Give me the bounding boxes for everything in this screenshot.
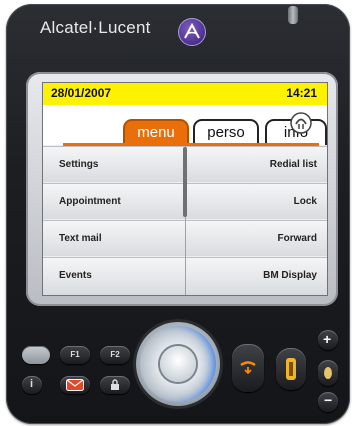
menu-item-redial-list[interactable]: Redial list xyxy=(186,146,327,182)
speaker-icon xyxy=(286,358,296,380)
lock-icon xyxy=(111,379,119,390)
brand-logo-icon xyxy=(178,18,206,46)
menu-item-label: Text mail xyxy=(59,233,102,244)
display-screen: 28/01/2007 14:21 menu perso info Setting… xyxy=(42,82,328,296)
menu-item-label: Appointment xyxy=(59,196,121,207)
info-icon: i xyxy=(30,378,34,390)
menu-item-label: Forward xyxy=(277,233,317,244)
menu-item-lock[interactable]: Lock xyxy=(186,183,327,219)
menu-item-label: BM Display xyxy=(263,270,317,281)
minus-icon: − xyxy=(324,392,333,408)
brand-name: Alcatel·Lucent xyxy=(40,18,151,37)
navigator-ok-button[interactable] xyxy=(160,346,196,382)
hangup-button[interactable] xyxy=(232,344,264,392)
handset-hook-icon[interactable] xyxy=(290,112,312,134)
status-bar: 28/01/2007 14:21 xyxy=(43,83,327,106)
top-knob-icon[interactable] xyxy=(288,6,298,24)
scrollbar-thumb[interactable] xyxy=(183,147,187,217)
menu-item-label: Events xyxy=(59,270,92,281)
tab-perso[interactable]: perso xyxy=(193,119,259,145)
info-button[interactable]: i xyxy=(22,376,42,394)
mail-icon xyxy=(66,379,84,391)
lock-button[interactable] xyxy=(100,376,130,394)
volume-down-button[interactable]: − xyxy=(318,392,338,412)
volume-up-button[interactable]: + xyxy=(318,330,338,350)
f2-button[interactable]: F2 xyxy=(100,346,130,364)
menu-item-appointment[interactable]: Appointment xyxy=(43,183,185,219)
hangup-icon xyxy=(240,361,256,375)
status-time: 14:21 xyxy=(286,86,317,100)
menu-item-label: Lock xyxy=(293,196,317,207)
status-date: 28/01/2007 xyxy=(51,86,112,100)
message-button[interactable] xyxy=(60,376,90,394)
menu-item-bm-display[interactable]: BM Display xyxy=(186,257,327,295)
menu-item-label: Redial list xyxy=(269,159,317,170)
menu-item-events[interactable]: Events xyxy=(43,257,185,295)
mute-icon xyxy=(324,367,332,379)
menu-item-forward[interactable]: Forward xyxy=(186,220,327,256)
tab-menu[interactable]: menu xyxy=(123,119,189,145)
menu-item-settings[interactable]: Settings xyxy=(43,146,185,182)
speaker-button[interactable] xyxy=(276,348,306,390)
f1-button[interactable]: F1 xyxy=(60,346,90,364)
mute-button[interactable] xyxy=(318,360,338,386)
soft-key-blank[interactable] xyxy=(22,346,50,364)
menu-item-text-mail[interactable]: Text mail xyxy=(43,220,185,256)
menu-item-label: Settings xyxy=(59,159,99,170)
plus-icon: + xyxy=(323,331,332,347)
